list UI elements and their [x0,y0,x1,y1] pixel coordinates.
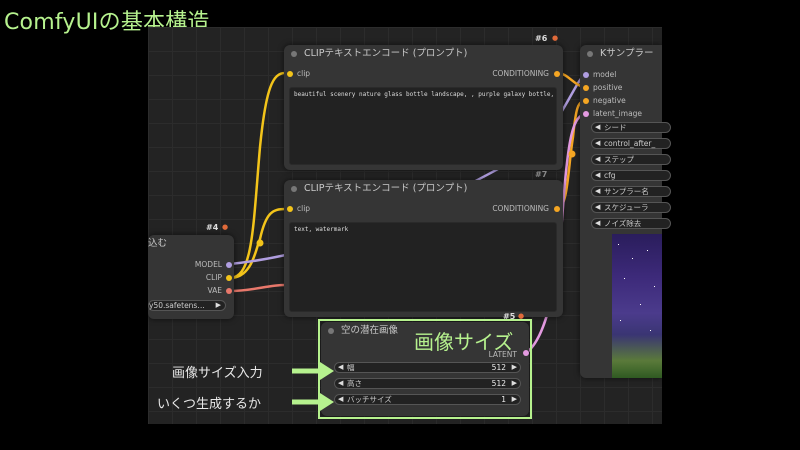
node-clip-text-encode-positive[interactable]: CLIPテキストエンコード (プロンプト) clip CONDITIONING … [284,45,563,170]
output-conditioning-label: CONDITIONING [492,69,549,78]
arrow-right-icon [292,362,334,380]
input-clip-dot[interactable] [287,206,293,212]
vae-wire [229,283,286,293]
chevron-right-icon: ▶ [215,301,221,309]
denoise-widget[interactable]: ◀ ノイズ除去 [591,218,671,229]
collapse-dot-icon[interactable] [291,186,297,192]
node-title: CLIPテキストエンコード (プロンプト) [304,183,468,194]
prompt-textarea[interactable]: beautiful scenery nature glass bottle la… [289,87,557,165]
annotation-image-size-input: 画像サイズ入力 [172,366,263,381]
steps-widget[interactable]: ◀ ステップ [591,154,671,165]
input-model-label: model [593,70,617,79]
node-badge-icon: ● [552,34,559,42]
reroute-dot-2 [568,150,576,158]
node-id-label: #7 [535,170,548,179]
input-positive-dot[interactable] [583,85,589,91]
seed-widget[interactable]: ◀ シード [591,122,671,133]
node-id-label: #4 [206,223,219,232]
input-model-dot[interactable] [583,72,589,78]
scheduler-widget[interactable]: ◀ スケジューラ [591,202,671,213]
node-checkpoint-loader[interactable]: 込む MODEL CLIP VAE y50.safetens… ▶ [148,235,234,319]
node-title: CLIPテキストエンコード (プロンプト) [304,48,468,59]
input-clip-label: clip [297,204,311,213]
input-negative-label: negative [593,96,626,105]
output-vae-dot[interactable] [226,288,232,294]
input-latent-image-dot[interactable] [583,111,589,117]
input-positive-label: positive [593,83,623,92]
input-clip-label: clip [297,69,311,78]
output-model-label: MODEL [194,260,222,269]
output-conditioning-label: CONDITIONING [492,204,549,213]
node-title: 込む [148,238,168,249]
input-clip-dot[interactable] [287,71,293,77]
node-title: Kサンプラー [600,48,654,59]
sampler-name-widget[interactable]: ◀ サンプラー名 [591,186,671,197]
output-clip-label: CLIP [205,273,222,282]
collapse-dot-icon[interactable] [291,51,297,57]
node-id-label: #6 [535,34,548,43]
output-conditioning-dot[interactable] [554,71,560,77]
annotation-generation-count: いくつ生成するか [157,397,262,412]
output-conditioning-dot[interactable] [554,206,560,212]
collapse-dot-icon[interactable] [587,51,593,57]
input-latent-image-label: latent_image [593,109,643,118]
reroute-dot-1 [256,239,264,247]
prompt-textarea[interactable]: text, watermark [289,222,557,312]
generated-image-preview [612,234,662,378]
arrow-right-icon [292,393,334,411]
callout-image-size: 画像サイズ [414,330,514,354]
input-negative-dot[interactable] [583,98,589,104]
node-clip-text-encode-negative[interactable]: CLIPテキストエンコード (プロンプト) clip CONDITIONING … [284,180,563,317]
cfg-widget[interactable]: ◀ cfg [591,170,671,181]
control-after-generate-widget[interactable]: ◀ control_after_ [591,138,671,149]
ckpt-name-value: y50.safetens… [149,301,205,310]
ckpt-name-widget[interactable]: y50.safetens… ▶ [148,300,226,311]
output-clip-dot[interactable] [226,275,232,281]
output-vae-label: VAE [207,286,222,295]
node-badge-icon: ● [222,223,229,231]
output-model-dot[interactable] [226,262,232,268]
